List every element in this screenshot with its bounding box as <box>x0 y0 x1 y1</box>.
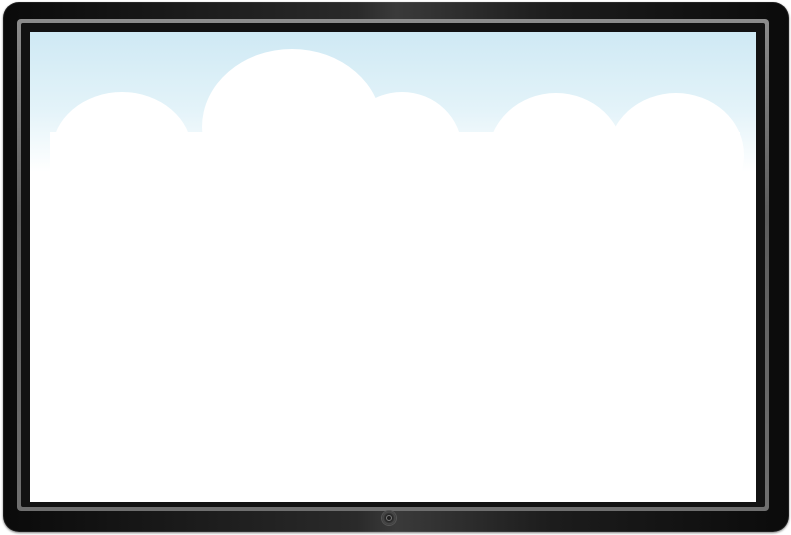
cloud-bridge <box>50 132 740 192</box>
tablet-screen <box>30 32 756 502</box>
tablet-frame <box>3 2 789 532</box>
screen-bezel-inner <box>21 23 765 507</box>
home-button-icon[interactable] <box>382 511 396 525</box>
screen-bezel <box>17 19 769 511</box>
clouds-illustration <box>30 49 756 232</box>
